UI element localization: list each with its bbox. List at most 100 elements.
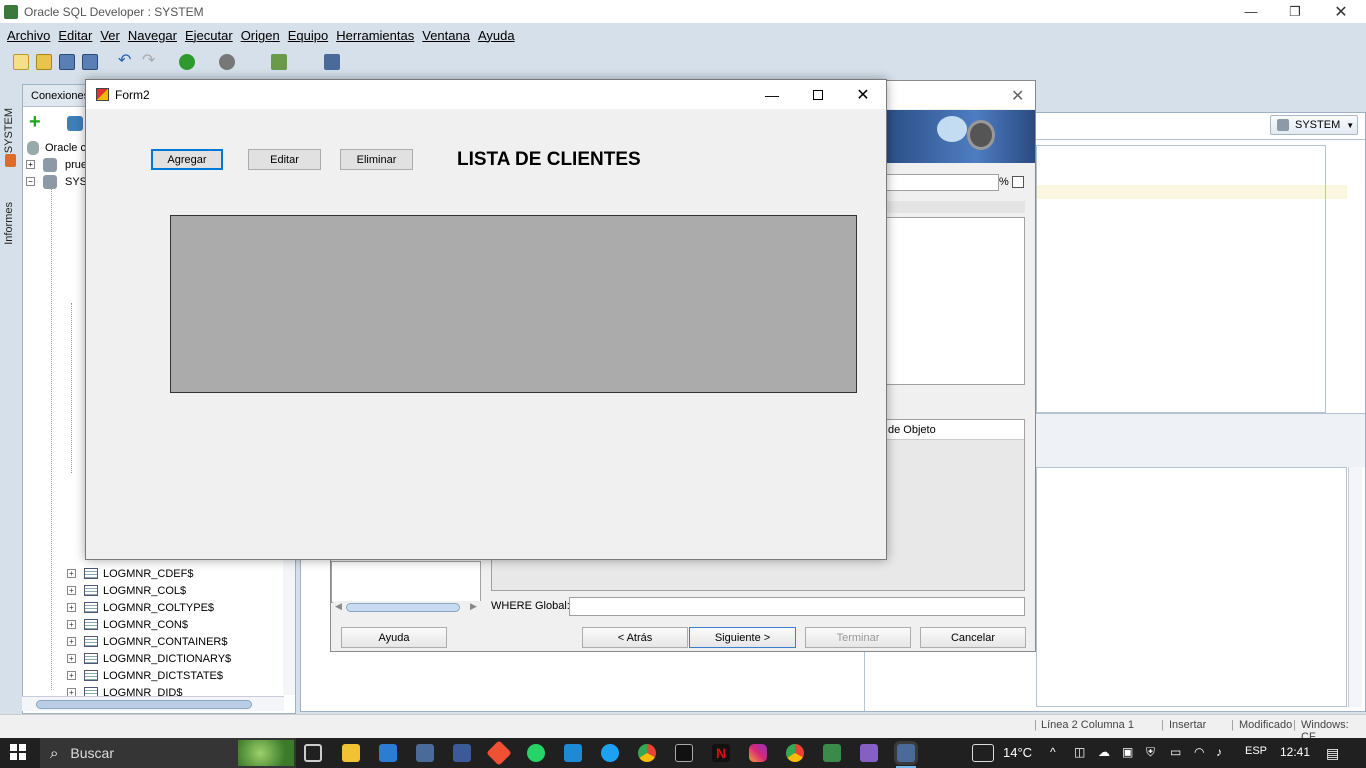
- terminal-icon[interactable]: [675, 744, 693, 762]
- temperature[interactable]: 14°C: [1003, 745, 1032, 760]
- forward-icon[interactable]: [219, 54, 235, 70]
- tree-row[interactable]: + LOGMNR_COL$: [23, 582, 295, 599]
- results-area[interactable]: [1036, 467, 1347, 707]
- vscode-icon[interactable]: [564, 744, 582, 762]
- wildcard-checkbox[interactable]: [1012, 176, 1024, 188]
- file-explorer-icon[interactable]: [342, 744, 360, 762]
- scroll-left-icon[interactable]: ◀: [335, 601, 342, 612]
- where-input[interactable]: [569, 597, 1025, 616]
- undo-icon[interactable]: ↶: [118, 53, 134, 70]
- add-connection-icon[interactable]: +: [29, 112, 45, 132]
- news-icon[interactable]: [972, 744, 994, 762]
- clock[interactable]: 12:41: [1280, 745, 1310, 759]
- save-icon[interactable]: [59, 54, 75, 70]
- menu-equipo[interactable]: Equipo: [288, 28, 328, 43]
- tree-row[interactable]: + LOGMNR_CDEF$: [23, 565, 295, 582]
- notification-icon[interactable]: ▤: [1326, 745, 1339, 762]
- menu-archivo[interactable]: Archivo: [7, 28, 50, 43]
- object-column-header[interactable]: de Objeto: [888, 424, 936, 436]
- table-logmnr-con[interactable]: LOGMNR_CON$: [103, 619, 188, 631]
- table-logmnr-col[interactable]: LOGMNR_COL$: [103, 585, 186, 597]
- table-logmnr-dictionary[interactable]: LOGMNR_DICTIONARY$: [103, 653, 231, 665]
- language-indicator[interactable]: ESP: [1245, 745, 1267, 757]
- menu-origen[interactable]: Origen: [241, 28, 280, 43]
- horizontal-scrollbar[interactable]: [22, 696, 284, 711]
- table-logmnr-cdef[interactable]: LOGMNR_CDEF$: [103, 568, 193, 580]
- sql-developer-taskbar-icon[interactable]: [453, 744, 471, 762]
- tab-system[interactable]: SYSTEM: [3, 108, 15, 153]
- table-logmnr-coltype[interactable]: LOGMNR_COLTYPE$: [103, 602, 214, 614]
- form2-maximize-button[interactable]: [798, 80, 838, 109]
- close-button[interactable]: ✕: [1318, 0, 1364, 23]
- agregar-button[interactable]: Agregar: [151, 149, 223, 170]
- back-icon[interactable]: [179, 54, 195, 70]
- media-icon[interactable]: [823, 744, 841, 762]
- camera-icon[interactable]: ◫: [1074, 745, 1085, 759]
- table-logmnr-dictstate[interactable]: LOGMNR_DICTSTATE$: [103, 670, 223, 682]
- next-button[interactable]: Siguiente >: [689, 627, 796, 648]
- redo-icon[interactable]: ↷: [142, 53, 158, 70]
- onedrive-icon[interactable]: ☁: [1098, 745, 1110, 759]
- security-icon[interactable]: ⛨: [1146, 745, 1155, 760]
- taskbar-search[interactable]: ⌕ Buscar: [40, 738, 296, 768]
- binoculars-icon[interactable]: [324, 54, 340, 70]
- expand-icon[interactable]: +: [26, 160, 35, 169]
- table-logmnr-container[interactable]: LOGMNR_CONTAINER$: [103, 636, 227, 648]
- volume-icon[interactable]: ♪: [1216, 745, 1222, 759]
- menu-ventana[interactable]: Ventana: [422, 28, 470, 43]
- menu-navegar[interactable]: Navegar: [128, 28, 177, 43]
- vertical-scrollbar[interactable]: [1348, 467, 1362, 707]
- wizard-close-icon[interactable]: ✕: [1011, 86, 1024, 106]
- filter-input[interactable]: [885, 174, 999, 191]
- collapse-icon[interactable]: −: [26, 177, 35, 186]
- tree-row[interactable]: + LOGMNR_CONTAINER$: [23, 633, 295, 650]
- tree-row[interactable]: + LOGMNR_DICTIONARY$: [23, 650, 295, 667]
- eliminar-button[interactable]: Eliminar: [340, 149, 413, 170]
- menu-editar[interactable]: Editar: [58, 28, 92, 43]
- schema-list-scrollbar[interactable]: ◀ ▶: [333, 601, 481, 615]
- display-icon[interactable]: ▣: [1122, 745, 1133, 759]
- available-objects-list[interactable]: [885, 217, 1025, 385]
- mail-icon[interactable]: [379, 744, 397, 762]
- restore-button[interactable]: ❐: [1272, 0, 1318, 23]
- start-button[interactable]: [10, 744, 26, 760]
- clients-datagrid[interactable]: [170, 215, 857, 393]
- whatsapp-icon[interactable]: [527, 744, 545, 762]
- battery-icon[interactable]: ▭: [1170, 745, 1181, 759]
- twitter-icon[interactable]: [601, 744, 619, 762]
- menu-ayuda[interactable]: Ayuda: [478, 28, 515, 43]
- chevron-up-icon[interactable]: ^: [1050, 745, 1056, 759]
- schema-selector[interactable]: SYSTEM ▼: [1270, 115, 1358, 135]
- tab-informes[interactable]: Informes: [3, 202, 15, 245]
- new-icon[interactable]: [13, 54, 29, 70]
- editar-button[interactable]: Editar: [248, 149, 321, 170]
- cancel-button[interactable]: Cancelar: [920, 627, 1026, 648]
- task-view-icon[interactable]: [304, 744, 322, 762]
- help-button[interactable]: Ayuda: [341, 627, 447, 648]
- sql-worksheet-icon[interactable]: [271, 54, 287, 70]
- menu-ejecutar[interactable]: Ejecutar: [185, 28, 233, 43]
- refresh-icon[interactable]: [67, 116, 83, 131]
- save-all-icon[interactable]: [82, 54, 98, 70]
- tree-row[interactable]: + LOGMNR_CON$: [23, 616, 295, 633]
- menu-ver[interactable]: Ver: [100, 28, 120, 43]
- tree-row[interactable]: + LOGMNR_COLTYPE$: [23, 599, 295, 616]
- tree-row[interactable]: + LOGMNR_DICTSTATE$: [23, 667, 295, 684]
- finish-button[interactable]: Terminar: [805, 627, 911, 648]
- scroll-thumb[interactable]: [346, 603, 460, 612]
- visual-studio-icon[interactable]: [860, 744, 878, 762]
- wifi-icon[interactable]: ◠: [1194, 745, 1204, 759]
- chrome-profile-icon[interactable]: [786, 744, 804, 762]
- open-folder-icon[interactable]: [36, 54, 52, 70]
- minimize-button[interactable]: —: [1228, 0, 1274, 23]
- back-button[interactable]: < Atrás: [582, 627, 688, 648]
- scroll-thumb[interactable]: [36, 700, 252, 709]
- remote-icon[interactable]: [416, 744, 434, 762]
- menu-herramientas[interactable]: Herramientas: [336, 28, 414, 43]
- instagram-icon[interactable]: [749, 744, 767, 762]
- scroll-right-icon[interactable]: ▶: [470, 601, 477, 612]
- netflix-icon[interactable]: N: [712, 744, 730, 762]
- form2-minimize-button[interactable]: —: [752, 80, 792, 109]
- chrome-icon[interactable]: [638, 744, 656, 762]
- form2-close-button[interactable]: ✕: [843, 80, 883, 109]
